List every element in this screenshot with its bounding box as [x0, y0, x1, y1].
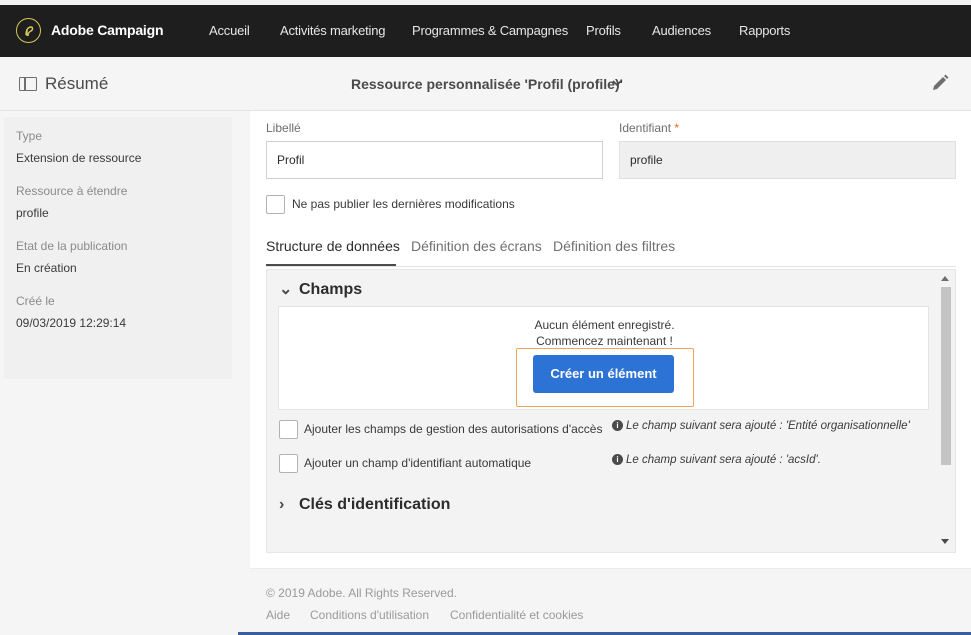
info-icon: i: [612, 420, 623, 431]
chevron-down-icon[interactable]: [611, 77, 623, 89]
scroll-up-arrow-icon[interactable]: [941, 276, 949, 281]
summary-panel: Type Extension de ressource Ressource à …: [0, 111, 250, 635]
fields-section-header[interactable]: ⌄ Champs: [279, 279, 362, 299]
created-label: Créé le: [16, 294, 55, 308]
nav-item-programs-campaigns[interactable]: Programmes & Campagnes: [412, 23, 568, 38]
id-field-label: Identifiant *: [619, 121, 680, 135]
publication-status-label: Etat de la publication: [16, 239, 128, 253]
required-asterisk: *: [674, 121, 680, 135]
footer-link-privacy[interactable]: Confidentialité et cookies: [450, 608, 583, 622]
fields-empty-state: Aucun élément enregistré. Commencez main…: [278, 306, 929, 410]
summary-panel-icon[interactable]: [19, 77, 37, 91]
summary-label[interactable]: Résumé: [45, 74, 108, 94]
adobe-campaign-logo-icon[interactable]: [16, 18, 41, 43]
chevron-down-icon: ⌄: [279, 281, 293, 298]
footer-link-terms[interactable]: Conditions d'utilisation: [310, 608, 429, 622]
data-structure-panel: ⌄ Champs Aucun élément enregistré. Commen…: [266, 269, 956, 553]
nav-item-accueil[interactable]: Accueil: [209, 23, 250, 38]
tab-filter-definition[interactable]: Définition des filtres: [553, 238, 675, 254]
top-nav-bar: Adobe Campaign Accueil Activités marketi…: [0, 0, 971, 57]
tabs-divider: [266, 266, 956, 267]
auto-id-info: i Le champ suivant sera ajouté : 'acsId'.: [612, 454, 821, 466]
empty-message-line2: Commencez maintenant !: [536, 334, 673, 348]
no-publish-checkbox[interactable]: [266, 195, 285, 214]
access-fields-checkbox[interactable]: [279, 420, 298, 439]
resource-label: Ressource à étendre: [16, 184, 128, 198]
main-content: Libellé Profil Identifiant * profile Ne …: [250, 111, 971, 635]
page-header: Résumé Ressource personnalisée 'Profil (…: [0, 57, 971, 111]
nav-item-marketing-activities[interactable]: Activités marketing: [280, 23, 385, 38]
auto-id-checkbox[interactable]: [279, 454, 298, 473]
identification-keys-section-header[interactable]: › Clés d'identification: [279, 496, 450, 514]
panel-scrollbar[interactable]: [938, 273, 952, 549]
created-value: 09/03/2019 12:29:14: [16, 316, 127, 330]
access-fields-info: i Le champ suivant sera ajouté : 'Entité …: [612, 420, 910, 432]
active-tab-indicator: [266, 264, 396, 266]
nav-item-profiles[interactable]: Profils: [586, 23, 621, 38]
resource-value: profile: [16, 206, 49, 220]
scroll-down-arrow-icon[interactable]: [941, 539, 949, 544]
empty-message-line1: Aucun élément enregistré.: [534, 318, 675, 332]
nav-item-audiences[interactable]: Audiences: [652, 23, 711, 38]
label-input[interactable]: Profil: [266, 141, 603, 179]
publication-status-value: En création: [16, 261, 77, 275]
footer-link-help[interactable]: Aide: [266, 608, 290, 622]
scroll-thumb[interactable]: [941, 287, 951, 465]
label-field-label: Libellé: [266, 121, 301, 135]
edit-pencil-icon[interactable]: [930, 73, 950, 93]
type-label: Type: [16, 129, 43, 143]
tab-screen-definition[interactable]: Définition des écrans: [411, 238, 542, 254]
page-footer: © 2019 Adobe. All Rights Reserved. Aide …: [250, 568, 971, 635]
nav-item-reports[interactable]: Rapports: [739, 23, 790, 38]
app-title[interactable]: Adobe Campaign: [51, 22, 164, 38]
info-icon: i: [612, 454, 623, 465]
no-publish-label[interactable]: Ne pas publier les dernières modificatio…: [292, 197, 515, 211]
page-title[interactable]: Ressource personnalisée 'Profil (profile…: [351, 76, 623, 92]
access-fields-label[interactable]: Ajouter les champs de gestion des autori…: [304, 422, 602, 436]
tab-data-structure[interactable]: Structure de données: [266, 238, 400, 254]
chevron-right-icon: ›: [279, 496, 285, 513]
type-value: Extension de ressource: [16, 151, 142, 165]
create-element-button[interactable]: Créer un élément: [533, 355, 674, 393]
copyright-text: © 2019 Adobe. All Rights Reserved.: [266, 586, 457, 600]
auto-id-label[interactable]: Ajouter un champ d'identifiant automatiq…: [304, 456, 531, 470]
id-input: profile: [619, 141, 956, 179]
